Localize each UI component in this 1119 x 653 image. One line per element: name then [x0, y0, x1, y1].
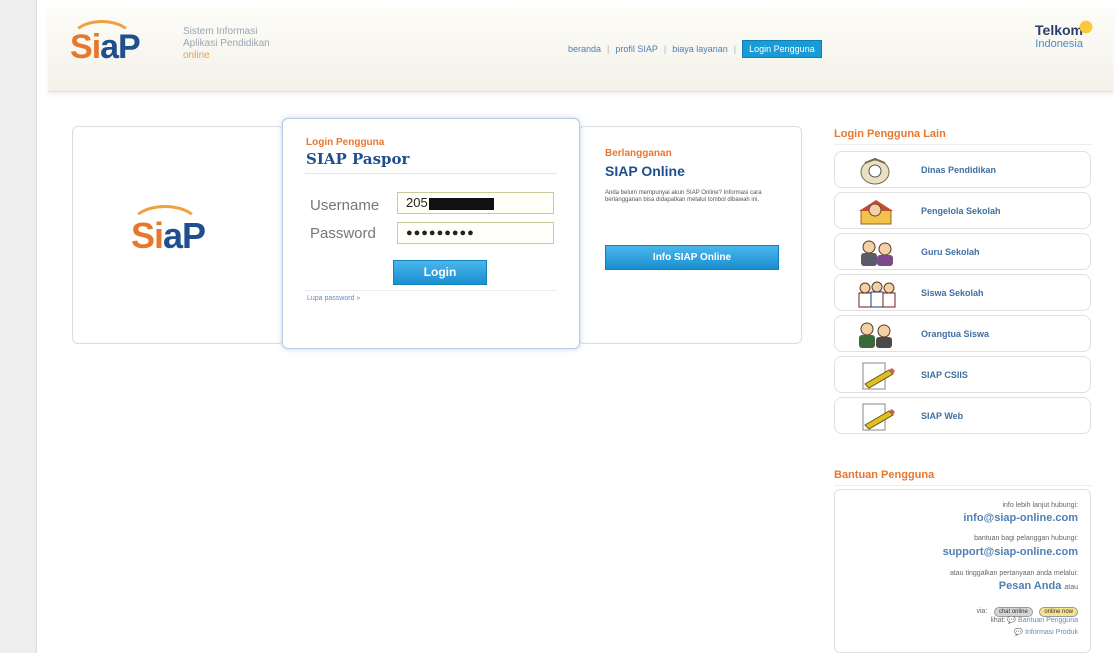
parents-icon [859, 322, 892, 348]
students-icon [858, 281, 896, 308]
bantuan-pengguna-link[interactable]: Bantuan Pengguna [1018, 617, 1078, 624]
info-siap-online-button[interactable]: Info SIAP Online [605, 245, 779, 270]
username-input[interactable]: 205 [397, 192, 554, 214]
password-input[interactable]: ●●●●●●●●● [397, 222, 554, 244]
forgot-password-link[interactable]: Lupa password » [307, 295, 360, 302]
subscription-description: Anda belum mempunyai akun SIAP Online? I… [605, 190, 762, 203]
help-box: info lebih lanjut hubungi: info@siap-onl… [834, 489, 1091, 653]
nav-separator: | [663, 44, 667, 54]
speech-bubble-icon: 💬 [1007, 617, 1017, 624]
nav-biaya[interactable]: biaya layanan [672, 44, 728, 54]
sidebar-item-guru[interactable]: Guru Sekolah [834, 233, 1091, 270]
logo-panel: SiaP [72, 126, 284, 344]
siap-big-logo: SiaP [129, 205, 206, 257]
divider [834, 485, 1092, 486]
school-manager-icon [859, 200, 893, 225]
sidebar-item-siswa[interactable]: Siswa Sekolah [834, 274, 1091, 311]
other-login-heading: Login Pengguna Lain [834, 128, 946, 140]
logo-arc [70, 20, 134, 60]
divider [305, 173, 557, 174]
nav-separator: | [733, 44, 737, 54]
sidebar-item-pengelola[interactable]: Pengelola Sekolah [834, 192, 1091, 229]
divider [834, 144, 1092, 145]
login-button[interactable]: Login [393, 260, 487, 285]
login-panel: Login Pengguna SIAP Paspor Username 205 … [282, 118, 580, 349]
nav-separator: | [607, 44, 610, 54]
subscription-subtitle: Berlangganan [605, 148, 672, 159]
support-email-link[interactable]: support@siap-online.com [943, 546, 1078, 558]
left-margin-strip [0, 0, 37, 653]
telkom-logo: Telkom Indonesia [999, 16, 1097, 50]
help-heading: Bantuan Pengguna [834, 469, 935, 481]
username-label: Username [310, 197, 380, 214]
pencil-document-icon [862, 403, 895, 431]
logo-arc [129, 205, 201, 249]
divider [305, 290, 557, 291]
site-tagline: Sistem Informasi Aplikasi Pendidikan onl… [183, 26, 270, 61]
site-header: SiaP Sistem Informasi Aplikasi Pendidika… [48, 8, 1113, 92]
nav-login-pengguna[interactable]: Login Pengguna [742, 40, 822, 58]
sidebar-item-dinas[interactable]: Dinas Pendidikan [834, 151, 1091, 188]
speech-bubble-icon: 💬 [1014, 629, 1024, 636]
subscription-panel: Berlangganan SIAP Online Anda belum memp… [578, 126, 802, 344]
sun-icon [1075, 16, 1097, 38]
sidebar-item-siap-csiis[interactable]: SIAP CSIIS [834, 356, 1091, 393]
password-label: Password [310, 225, 376, 242]
login-title: SIAP Paspor [306, 150, 410, 168]
sidebar-item-siap-web[interactable]: SIAP Web [834, 397, 1091, 434]
siap-logo[interactable]: SiaP [70, 20, 141, 67]
sidebar-item-orangtua[interactable]: Orangtua Siswa [834, 315, 1091, 352]
info-email-link[interactable]: info@siap-online.com [963, 512, 1078, 524]
informasi-produk-link[interactable]: Informasi Produk [1025, 629, 1078, 636]
nav-profil[interactable]: profil SIAP [615, 44, 658, 54]
login-subtitle: Login Pengguna [306, 137, 385, 148]
teachers-icon [861, 240, 893, 266]
nav-beranda[interactable]: beranda [568, 44, 601, 54]
pencil-document-icon [862, 362, 895, 390]
government-emblem-icon [860, 157, 890, 185]
subscription-title: SIAP Online [605, 163, 685, 179]
top-navigation: beranda | profil SIAP | biaya layanan | … [568, 40, 822, 58]
redaction-bar [428, 197, 494, 210]
pesan-anda-link[interactable]: Pesan Anda [999, 580, 1062, 592]
